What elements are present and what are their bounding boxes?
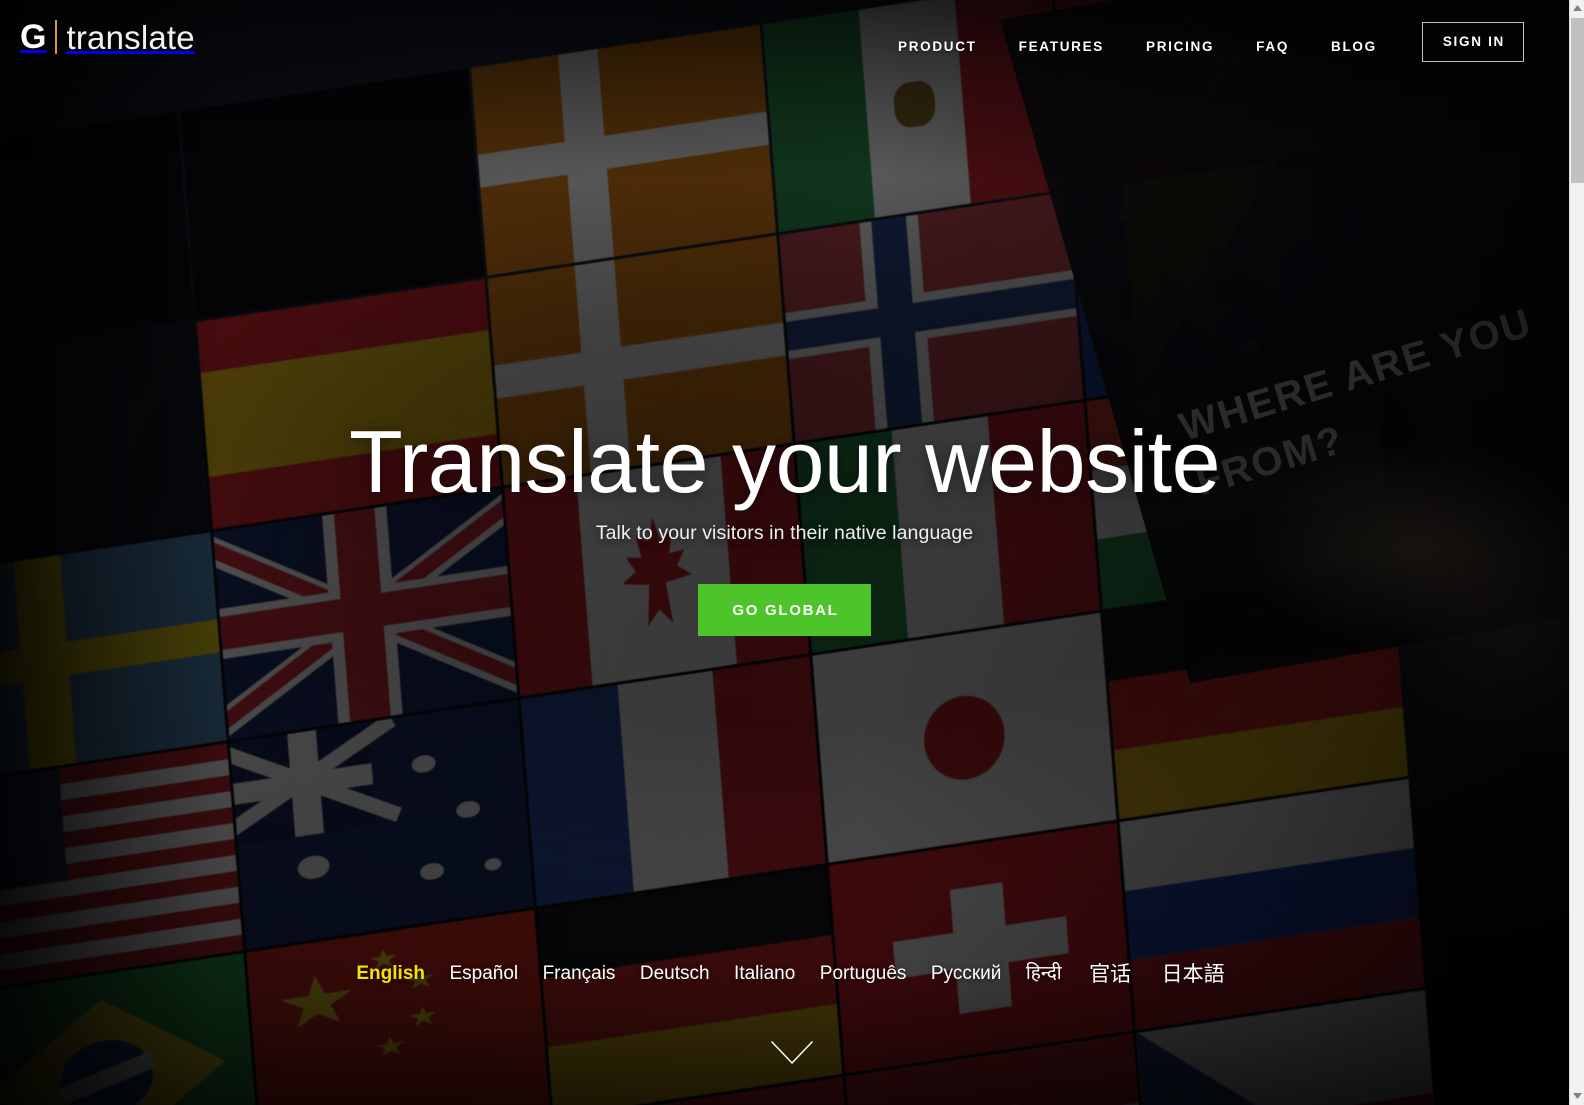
lang-japanese[interactable]: 日本語 bbox=[1162, 960, 1225, 989]
scrollbar-thumb[interactable] bbox=[1571, 18, 1584, 183]
hero-background: WHERE ARE YOU FROM? bbox=[0, 0, 1569, 1105]
flag-norway bbox=[778, 191, 1084, 442]
logo-mark: G bbox=[20, 18, 47, 56]
lang-russian[interactable]: Русский bbox=[931, 961, 1002, 988]
lang-portuguese[interactable]: Português bbox=[820, 961, 907, 988]
hero-subtitle: Talk to your visitors in their native la… bbox=[595, 522, 974, 544]
lang-french[interactable]: Français bbox=[543, 961, 616, 988]
flag-usa bbox=[0, 742, 243, 994]
nav-item-features[interactable]: FEATURES bbox=[998, 40, 1125, 54]
nav-item-pricing[interactable]: PRICING bbox=[1125, 40, 1235, 54]
lang-spanish[interactable]: Español bbox=[449, 961, 518, 988]
lang-hindi[interactable]: हिन्दी bbox=[1026, 961, 1062, 988]
nav-item-faq[interactable]: FAQ bbox=[1235, 40, 1310, 54]
site-logo[interactable]: G translate bbox=[20, 16, 195, 58]
main-navigation: PRODUCT FEATURES PRICING FAQ BLOG SIGN I… bbox=[877, 0, 1524, 90]
page-title: Translate your website bbox=[348, 412, 1221, 511]
logo-divider-bar bbox=[55, 20, 58, 54]
flag-russia bbox=[1120, 779, 1425, 1030]
go-global-button[interactable]: GO GLOBAL bbox=[698, 584, 871, 636]
nav-item-blog[interactable]: BLOG bbox=[1310, 40, 1398, 54]
chevron-down-icon[interactable] bbox=[768, 1038, 816, 1068]
logo-wordmark: translate bbox=[66, 18, 195, 56]
lang-german[interactable]: Deutsch bbox=[640, 961, 710, 988]
page-root: WHERE ARE YOU FROM? G translate PRODUCT … bbox=[0, 0, 1584, 1105]
scrollbar-up-arrow-icon[interactable] bbox=[1570, 0, 1584, 17]
flag-sweden bbox=[0, 532, 227, 783]
scrollbar-down-arrow-icon[interactable] bbox=[1570, 1088, 1584, 1105]
flag-switzerland bbox=[828, 822, 1134, 1074]
flag-australia bbox=[229, 699, 535, 950]
hero-cta-wrap: GO GLOBAL bbox=[0, 584, 1569, 636]
lang-english[interactable]: English bbox=[356, 961, 425, 988]
sign-in-button[interactable]: SIGN IN bbox=[1421, 22, 1524, 62]
lang-chinese[interactable]: 官话 bbox=[1089, 960, 1131, 989]
flag-france bbox=[520, 655, 826, 907]
nav-item-product[interactable]: PRODUCT bbox=[877, 40, 998, 54]
language-switcher: English Español Français Deutsch Italian… bbox=[0, 960, 1584, 989]
lang-italian[interactable]: Italiano bbox=[734, 961, 795, 988]
browser-scrollbar[interactable] bbox=[1569, 0, 1584, 1105]
flag-japan bbox=[812, 612, 1117, 863]
site-header: G translate PRODUCT FEATURES PRICING FAQ… bbox=[0, 0, 1569, 90]
